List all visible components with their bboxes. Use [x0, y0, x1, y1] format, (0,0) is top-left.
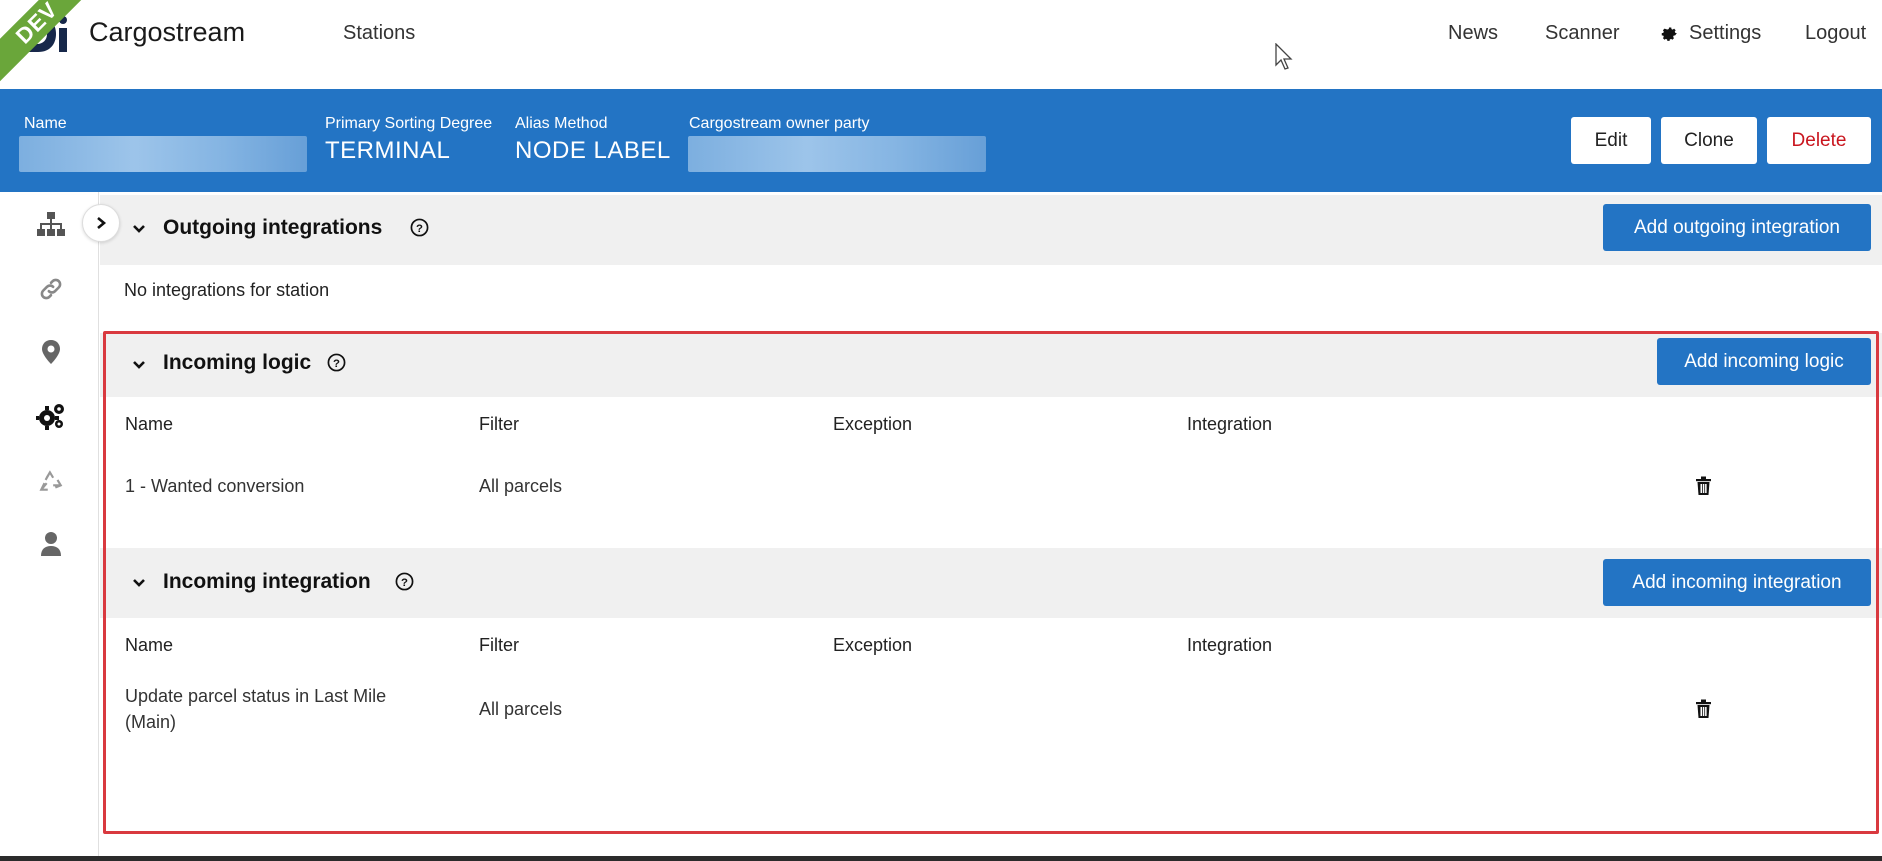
nav-scanner-link[interactable]: Scanner — [1545, 22, 1620, 45]
edit-button[interactable]: Edit — [1571, 117, 1651, 164]
incoming-integration-header: Incoming integration ? Add incoming inte… — [100, 548, 1882, 618]
user-icon — [41, 532, 61, 556]
add-incoming-integration-button[interactable]: Add incoming integration — [1603, 559, 1871, 606]
clone-button[interactable]: Clone — [1661, 117, 1757, 164]
nav-news-link[interactable]: News — [1448, 22, 1498, 45]
section-title-incoming-integration: Incoming integration — [163, 570, 371, 593]
chevron-down-icon[interactable] — [132, 360, 146, 370]
add-outgoing-integration-button[interactable]: Add outgoing integration — [1603, 204, 1871, 251]
column-header-filter: Filter — [479, 635, 519, 655]
help-icon[interactable]: ? — [327, 353, 346, 372]
sidebar-item-locations[interactable] — [34, 335, 68, 369]
svg-text:?: ? — [401, 577, 408, 589]
redacted-owner-party-value — [688, 136, 986, 172]
chevron-down-icon[interactable] — [132, 224, 146, 234]
sidebar — [0, 192, 99, 861]
row-name: 1 - Wanted conversion — [125, 476, 305, 496]
recycle-icon — [39, 470, 63, 491]
trash-icon[interactable] — [1695, 699, 1712, 719]
link-icon — [40, 278, 62, 300]
column-header-filter: Filter — [479, 414, 519, 434]
row-name-line2: (Main) — [125, 712, 177, 732]
column-header-exception: Exception — [833, 414, 913, 434]
column-header-name: Name — [125, 414, 174, 434]
field-label-alias-method: Alias Method — [515, 115, 608, 132]
incoming-logic-header: Incoming logic ? Add incoming logic — [100, 333, 1882, 397]
column-header-integration: Integration — [1187, 414, 1273, 434]
field-value-sorting-degree: TERMINAL — [325, 137, 451, 164]
svg-text:?: ? — [333, 358, 340, 370]
section-title-incoming-logic: Incoming logic — [163, 351, 312, 374]
row-filter: All parcels — [479, 476, 563, 496]
no-integrations-text: No integrations for station — [124, 280, 330, 300]
station-header: Name Primary Sorting Degree TERMINAL Ali… — [0, 89, 1882, 192]
sidebar-item-users[interactable] — [34, 527, 68, 561]
row-name-line1: Update parcel status in Last Mile — [125, 686, 387, 706]
sidebar-item-logic[interactable] — [34, 399, 68, 433]
column-header-exception: Exception — [833, 635, 913, 655]
hierarchy-icon — [37, 212, 65, 236]
column-header-name: Name — [125, 635, 174, 655]
sidebar-expand-button[interactable] — [82, 204, 120, 242]
field-label-owner-party: Cargostream owner party — [689, 115, 870, 132]
field-value-alias-method: NODE LABEL — [515, 137, 671, 164]
field-label-sorting-degree: Primary Sorting Degree — [325, 115, 493, 132]
top-navbar: DEV Cargostream Stations News Scanner Se… — [0, 0, 1882, 89]
field-label-name: Name — [24, 115, 67, 132]
sidebar-item-links[interactable] — [34, 272, 68, 306]
add-incoming-logic-button[interactable]: Add incoming logic — [1657, 338, 1871, 385]
svg-text:?: ? — [416, 223, 423, 235]
outgoing-integrations-header: Outgoing integrations ? Add outgoing int… — [100, 195, 1882, 265]
sidebar-item-hierarchy[interactable] — [34, 207, 68, 241]
chevron-right-icon — [97, 217, 107, 229]
sidebar-item-recycle[interactable] — [34, 464, 68, 498]
bottom-edge-strip — [0, 856, 1882, 861]
app-name[interactable]: Cargostream — [89, 17, 245, 48]
row-filter: All parcels — [479, 699, 563, 719]
gear-icon — [1661, 26, 1677, 41]
nav-settings-link[interactable]: Settings — [1659, 22, 1761, 45]
delete-button[interactable]: Delete — [1767, 117, 1871, 164]
section-title-outgoing: Outgoing integrations — [163, 216, 383, 239]
mouse-cursor-icon — [1275, 43, 1293, 70]
cogs-icon — [36, 404, 64, 430]
help-icon[interactable]: ? — [410, 218, 429, 237]
help-icon[interactable]: ? — [395, 572, 414, 591]
nav-settings-label: Settings — [1689, 22, 1762, 44]
map-pin-icon — [42, 340, 60, 364]
nav-stations-link[interactable]: Stations — [343, 22, 415, 45]
chevron-down-icon[interactable] — [132, 578, 146, 588]
redacted-name-value — [19, 136, 307, 172]
nav-logout-link[interactable]: Logout — [1805, 22, 1866, 45]
trash-icon[interactable] — [1695, 476, 1712, 496]
column-header-integration: Integration — [1187, 635, 1273, 655]
